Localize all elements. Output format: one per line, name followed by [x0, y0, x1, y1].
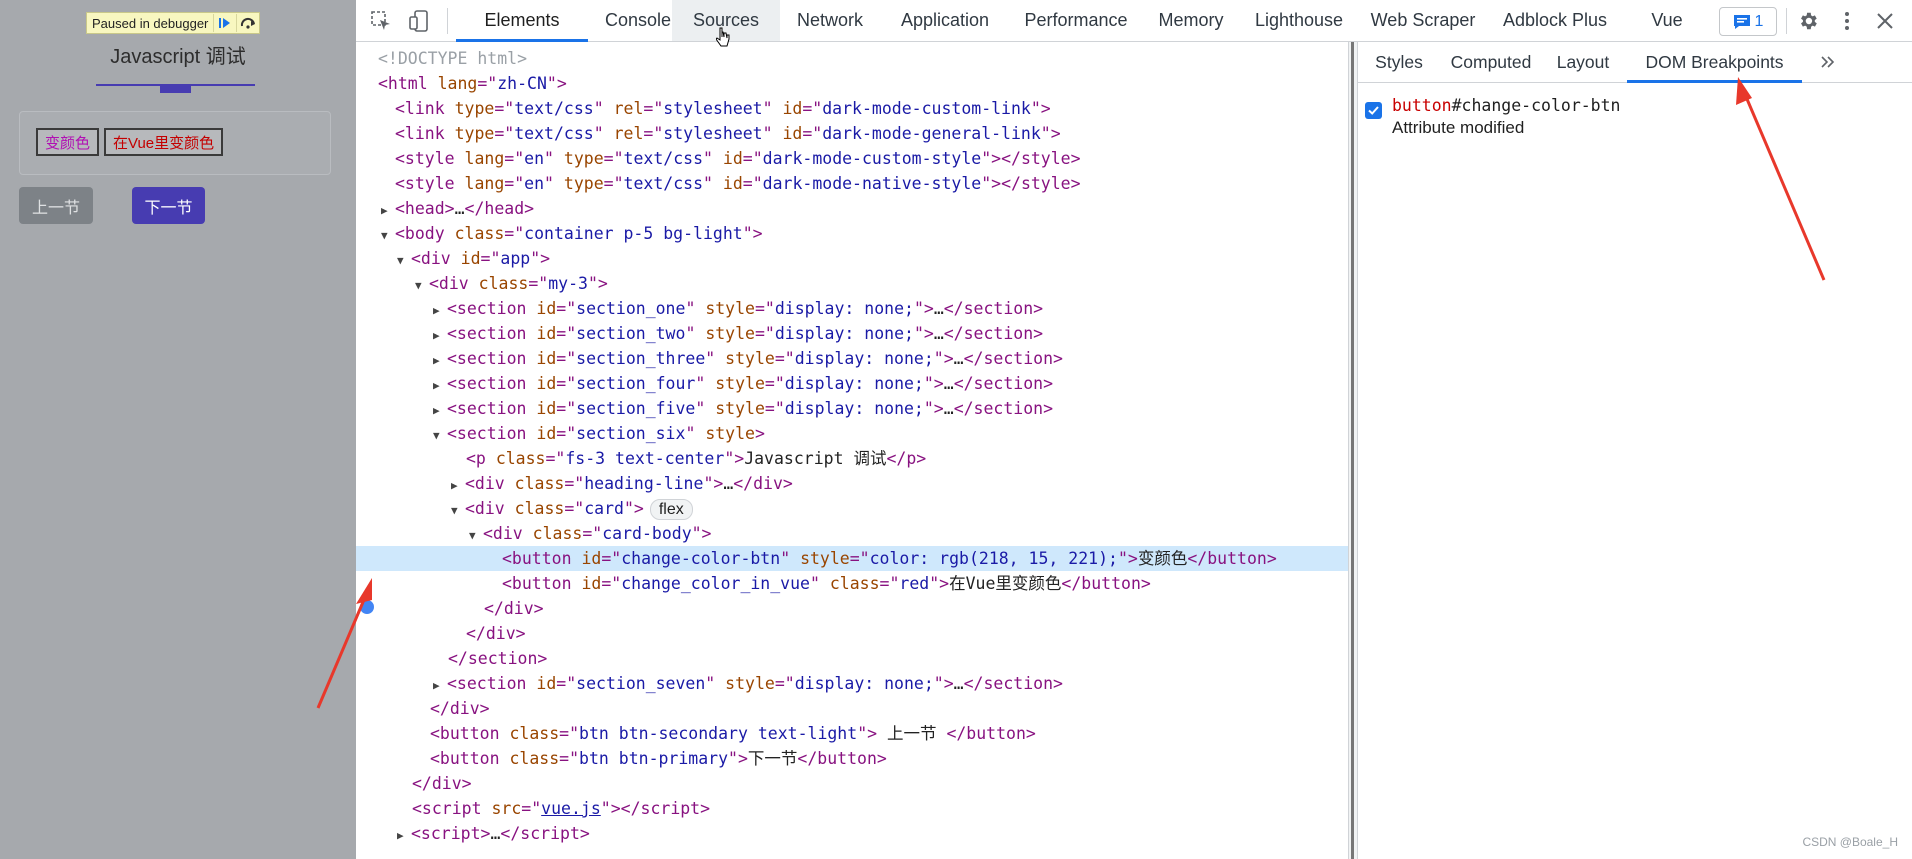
dom-node[interactable]: ▶ <section id="section_seven" style="disp…: [356, 671, 1348, 696]
dom-node[interactable]: </div>: [356, 596, 1348, 621]
tab-network[interactable]: Network: [780, 0, 880, 41]
dom-node[interactable]: <html lang="zh-CN">: [356, 71, 1348, 96]
elements-sidebar: Styles Computed Layout DOM Breakpoints b…: [1357, 42, 1912, 859]
message-icon: [1733, 14, 1750, 29]
dom-node[interactable]: ▶ <section id="section_two" style="displa…: [356, 321, 1348, 346]
watermark: CSDN @Boale_H: [1802, 835, 1898, 849]
dom-node[interactable]: <link type="text/css" rel="stylesheet" i…: [356, 96, 1348, 121]
page-preview: Paused in debugger Javascript 调试 变颜色 在Vu…: [0, 0, 356, 859]
issues-count: 1: [1754, 12, 1764, 30]
dom-node[interactable]: <button class="btn btn-primary">下一节</but…: [356, 746, 1348, 771]
dom-node[interactable]: <style lang="en" type="text/css" id="dar…: [356, 146, 1348, 171]
change-color-in-vue-button[interactable]: 在Vue里变颜色: [104, 128, 224, 156]
flex-badge[interactable]: flex: [649, 499, 693, 520]
dom-node[interactable]: <link type="text/css" rel="stylesheet" i…: [356, 121, 1348, 146]
tab-layout[interactable]: Layout: [1545, 42, 1621, 82]
dom-node[interactable]: <!DOCTYPE html>: [356, 46, 1348, 71]
tab-adblock-plus[interactable]: Adblock Plus: [1488, 0, 1622, 41]
tab-lighthouse[interactable]: Lighthouse: [1240, 0, 1358, 41]
devtools-toolbar: Elements Console Sources Network Applica…: [356, 0, 1912, 47]
tab-web-scraper[interactable]: Web Scraper: [1358, 0, 1488, 41]
tab-elements[interactable]: Elements: [456, 0, 588, 42]
scrollbar-thumb[interactable]: [1351, 42, 1354, 859]
dom-node[interactable]: </div>: [356, 621, 1348, 646]
prev-section-button[interactable]: 上一节: [19, 187, 93, 224]
tab-memory[interactable]: Memory: [1142, 0, 1240, 41]
heading-line-mark: [160, 84, 191, 93]
dom-node[interactable]: <button class="btn btn-secondary text-li…: [356, 721, 1348, 746]
dom-node[interactable]: </section>: [356, 646, 1348, 671]
dom-node[interactable]: ▼ <body class="container p-5 bg-light">: [356, 221, 1348, 246]
step-over-icon[interactable]: [236, 14, 259, 32]
breakpoint-type: Attribute modified: [1392, 118, 1525, 137]
tab-performance[interactable]: Performance: [1010, 0, 1142, 41]
dom-node[interactable]: <script src="vue.js"></script>: [356, 796, 1348, 821]
inspect-element-icon[interactable]: [370, 10, 392, 32]
issues-button[interactable]: 1: [1719, 7, 1777, 36]
dom-node[interactable]: ▶ <section id="section_five" style="displ…: [356, 396, 1348, 421]
dom-node[interactable]: ▼ <section id="section_six" style>: [356, 421, 1348, 446]
change-color-button[interactable]: 变颜色: [36, 128, 100, 156]
dom-node[interactable]: <style lang="en" type="text/css" id="dar…: [356, 171, 1348, 196]
sidebar-tabs: Styles Computed Layout DOM Breakpoints: [1357, 42, 1912, 83]
breakpoint-checkbox[interactable]: [1365, 102, 1382, 119]
next-section-button[interactable]: 下一节: [132, 187, 205, 224]
gear-icon[interactable]: [1797, 10, 1819, 32]
breakpoint-selector[interactable]: button#change-color-btn: [1392, 96, 1621, 115]
dom-node[interactable]: ▼ <div class="my-3">: [356, 271, 1348, 296]
dom-node[interactable]: ▶ <section id="section_one" style="displa…: [356, 296, 1348, 321]
resume-icon[interactable]: [213, 14, 236, 32]
tab-vue[interactable]: Vue: [1622, 0, 1712, 41]
tab-computed[interactable]: Computed: [1441, 42, 1541, 82]
device-toolbar-icon[interactable]: [408, 10, 430, 32]
dom-node[interactable]: ▶ <section id="section_three" style="disp…: [356, 346, 1348, 371]
paused-debugger-badge: Paused in debugger: [86, 12, 261, 34]
dom-node[interactable]: ▶ <section id="section_four" style="displ…: [356, 371, 1348, 396]
close-icon[interactable]: [1874, 10, 1896, 32]
toolbar-separator: [447, 8, 448, 34]
dom-node[interactable]: ▼ <div class="card-body">: [356, 521, 1348, 546]
dom-node[interactable]: ▶ <script>…</script>: [356, 821, 1348, 846]
dom-node[interactable]: ▶ <div class="heading-line">…</div>: [356, 471, 1348, 496]
paused-debugger-label: Paused in debugger: [92, 15, 209, 31]
dom-node[interactable]: ▼ <div id="app">: [356, 246, 1348, 271]
tab-application[interactable]: Application: [880, 0, 1010, 41]
more-tabs-chevron-icon[interactable]: [1820, 54, 1836, 75]
dom-node[interactable]: <button id="change_color_in_vue" class="…: [356, 571, 1348, 596]
toolbar-separator: [1786, 8, 1787, 34]
devtools-panel: Elements Console Sources Network Applica…: [356, 0, 1912, 859]
dom-node[interactable]: </div>: [356, 771, 1348, 796]
tab-dom-breakpoints[interactable]: DOM Breakpoints: [1627, 42, 1802, 83]
dom-node-selected[interactable]: <button id="change-color-btn" style="col…: [356, 546, 1348, 571]
elements-dom-tree[interactable]: <!DOCTYPE html> <html lang="zh-CN"> <lin…: [356, 42, 1348, 859]
script-src-link[interactable]: vue.js: [541, 799, 601, 818]
dom-breakpoint-marker[interactable]: [360, 600, 374, 614]
dom-node[interactable]: ▶ <head>…</head>: [356, 196, 1348, 221]
more-options-icon[interactable]: [1836, 10, 1858, 32]
dom-node[interactable]: <p class="fs-3 text-center">Javascript 调…: [356, 446, 1348, 471]
page-title: Javascript 调试: [110, 46, 246, 68]
check-icon: [1368, 106, 1379, 115]
dom-node[interactable]: </div>: [356, 696, 1348, 721]
tab-styles[interactable]: Styles: [1361, 42, 1437, 82]
dom-node[interactable]: ▼ <div class="card"> flex: [356, 496, 1348, 521]
